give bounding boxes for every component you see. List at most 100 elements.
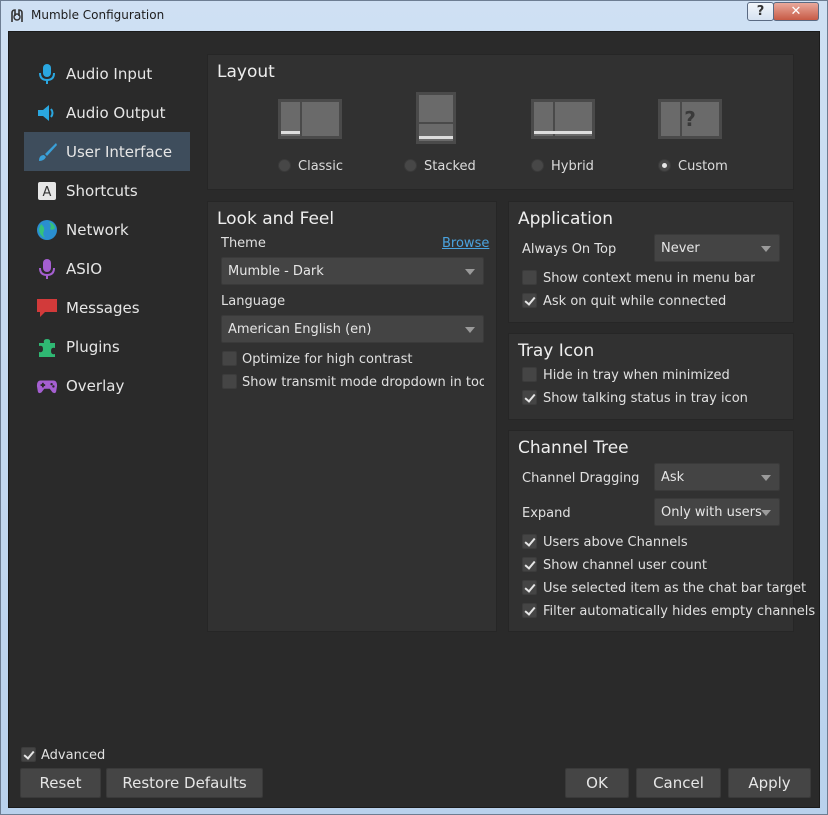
- sidebar-item-label: Overlay: [66, 376, 125, 395]
- globe-icon: [36, 219, 58, 241]
- high-contrast-label: Optimize for high contrast: [242, 352, 413, 367]
- restore-defaults-button[interactable]: Restore Defaults: [106, 768, 263, 798]
- layout-classic-radio[interactable]: [278, 159, 291, 172]
- theme-value: Mumble - Dark: [228, 264, 324, 279]
- sidebar-item-audio-output[interactable]: Audio Output: [24, 93, 190, 132]
- chevron-down-icon: [761, 510, 771, 516]
- theme-select[interactable]: Mumble - Dark: [221, 257, 484, 285]
- layout-classic-label: Classic: [298, 159, 343, 174]
- sidebar-item-plugins[interactable]: Plugins: [24, 327, 190, 366]
- expand-label: Expand: [522, 506, 571, 521]
- keyboard-key-icon: A: [36, 180, 58, 202]
- user-count-label: Show channel user count: [543, 558, 707, 573]
- language-value: American English (en): [228, 322, 372, 337]
- language-label: Language: [221, 294, 286, 309]
- sidebar-item-label: Shortcuts: [66, 181, 138, 200]
- layout-custom-icon[interactable]: ?: [658, 99, 722, 139]
- chevron-down-icon: [465, 269, 475, 275]
- layout-custom-radio[interactable]: [658, 159, 671, 172]
- chat-target-label: Use selected item as the chat bar target: [543, 581, 807, 596]
- talking-status-checkbox[interactable]: [522, 390, 537, 405]
- chat-target-checkbox[interactable]: [522, 580, 537, 595]
- help-button[interactable]: ?: [747, 2, 774, 21]
- reset-button[interactable]: Reset: [20, 768, 101, 798]
- layout-hybrid-radio[interactable]: [531, 159, 544, 172]
- svg-text:A: A: [43, 185, 52, 200]
- application-title: Application: [518, 209, 613, 229]
- sidebar-item-shortcuts[interactable]: A Shortcuts: [24, 171, 190, 210]
- layout-hybrid-label: Hybrid: [551, 159, 594, 174]
- sidebar-item-label: User Interface: [66, 142, 173, 161]
- users-above-checkbox[interactable]: [522, 534, 537, 549]
- window-title: Mumble Configuration: [31, 8, 165, 22]
- microphone-icon: [36, 63, 58, 85]
- tray-icon-title: Tray Icon: [518, 341, 595, 361]
- sidebar-item-label: Network: [66, 220, 129, 239]
- ok-button[interactable]: OK: [565, 768, 629, 798]
- browse-link[interactable]: Browse: [442, 236, 489, 251]
- hide-empty-checkbox[interactable]: [522, 603, 537, 618]
- client-area: Audio Input Audio Output User Interface …: [8, 31, 820, 808]
- sidebar-item-network[interactable]: Network: [24, 210, 190, 249]
- user-count-checkbox[interactable]: [522, 557, 537, 572]
- high-contrast-checkbox[interactable]: [222, 351, 237, 366]
- speaker-icon: [36, 102, 58, 124]
- always-on-top-select[interactable]: Never: [654, 234, 780, 262]
- language-select[interactable]: American English (en): [221, 315, 484, 343]
- ask-on-quit-checkbox[interactable]: [522, 293, 537, 308]
- puzzle-piece-icon: [36, 336, 58, 358]
- advanced-checkbox[interactable]: [21, 747, 36, 762]
- speech-bubble-icon: [36, 297, 58, 319]
- layout-stacked-label: Stacked: [424, 159, 476, 174]
- layout-classic-icon[interactable]: [278, 99, 342, 139]
- layout-stacked-icon[interactable]: [416, 92, 456, 144]
- sidebar-item-label: Audio Output: [66, 103, 166, 122]
- channel-dragging-label: Channel Dragging: [522, 471, 640, 486]
- expand-value: Only with users: [661, 505, 762, 520]
- sidebar-item-user-interface[interactable]: User Interface: [24, 132, 190, 171]
- transmit-dropdown-checkbox[interactable]: [222, 374, 237, 389]
- cancel-button[interactable]: Cancel: [636, 768, 721, 798]
- sidebar-item-overlay[interactable]: Overlay: [24, 366, 190, 405]
- hide-in-tray-checkbox[interactable]: [522, 367, 537, 382]
- users-above-label: Users above Channels: [543, 535, 688, 550]
- asio-microphone-icon: [36, 258, 58, 280]
- hide-in-tray-label: Hide in tray when minimized: [543, 368, 730, 383]
- tray-icon-panel: Tray Icon Hide in tray when minimized Sh…: [508, 333, 794, 420]
- talking-status-label: Show talking status in tray icon: [543, 391, 748, 406]
- sidebar-item-asio[interactable]: ASIO: [24, 249, 190, 288]
- layout-stacked-radio[interactable]: [404, 159, 417, 172]
- title-bar[interactable]: Mumble Configuration ? ✕: [1, 1, 827, 30]
- layout-panel: Layout Classic Stacked Hybrid ? Custom: [207, 54, 794, 190]
- advanced-label: Advanced: [41, 748, 106, 763]
- channel-dragging-select[interactable]: Ask: [654, 463, 780, 491]
- chevron-down-icon: [761, 246, 771, 252]
- sidebar-item-messages[interactable]: Messages: [24, 288, 190, 327]
- chevron-down-icon: [465, 327, 475, 333]
- sidebar-item-audio-input[interactable]: Audio Input: [24, 54, 190, 93]
- layout-hybrid-icon[interactable]: [531, 99, 595, 139]
- look-and-feel-panel: Look and Feel Theme Browse Mumble - Dark…: [207, 201, 497, 632]
- hide-empty-label: Filter automatically hides empty channel…: [543, 604, 816, 619]
- expand-select[interactable]: Only with users: [654, 498, 780, 526]
- layout-custom-label: Custom: [678, 159, 728, 174]
- sidebar: Audio Input Audio Output User Interface …: [24, 54, 190, 405]
- theme-label: Theme: [221, 236, 266, 251]
- always-on-top-value: Never: [661, 241, 700, 256]
- apply-button[interactable]: Apply: [728, 768, 811, 798]
- transmit-dropdown-label: Show transmit mode dropdown in toolbar: [242, 375, 484, 390]
- mumble-logo-icon: [11, 9, 23, 22]
- gamepad-icon: [36, 375, 58, 397]
- paintbrush-icon: [36, 141, 58, 163]
- close-button[interactable]: ✕: [773, 2, 819, 21]
- channel-dragging-value: Ask: [661, 470, 685, 485]
- layout-custom-mark: ?: [684, 107, 696, 131]
- context-menu-checkbox[interactable]: [522, 270, 537, 285]
- always-on-top-label: Always On Top: [522, 242, 617, 257]
- sidebar-item-label: ASIO: [66, 259, 103, 278]
- chevron-down-icon: [761, 475, 771, 481]
- config-window: Mumble Configuration ? ✕ Audio Input Aud…: [0, 0, 828, 815]
- sidebar-item-label: Messages: [66, 298, 140, 317]
- ask-on-quit-label: Ask on quit while connected: [543, 294, 727, 309]
- context-menu-label: Show context menu in menu bar: [543, 271, 756, 286]
